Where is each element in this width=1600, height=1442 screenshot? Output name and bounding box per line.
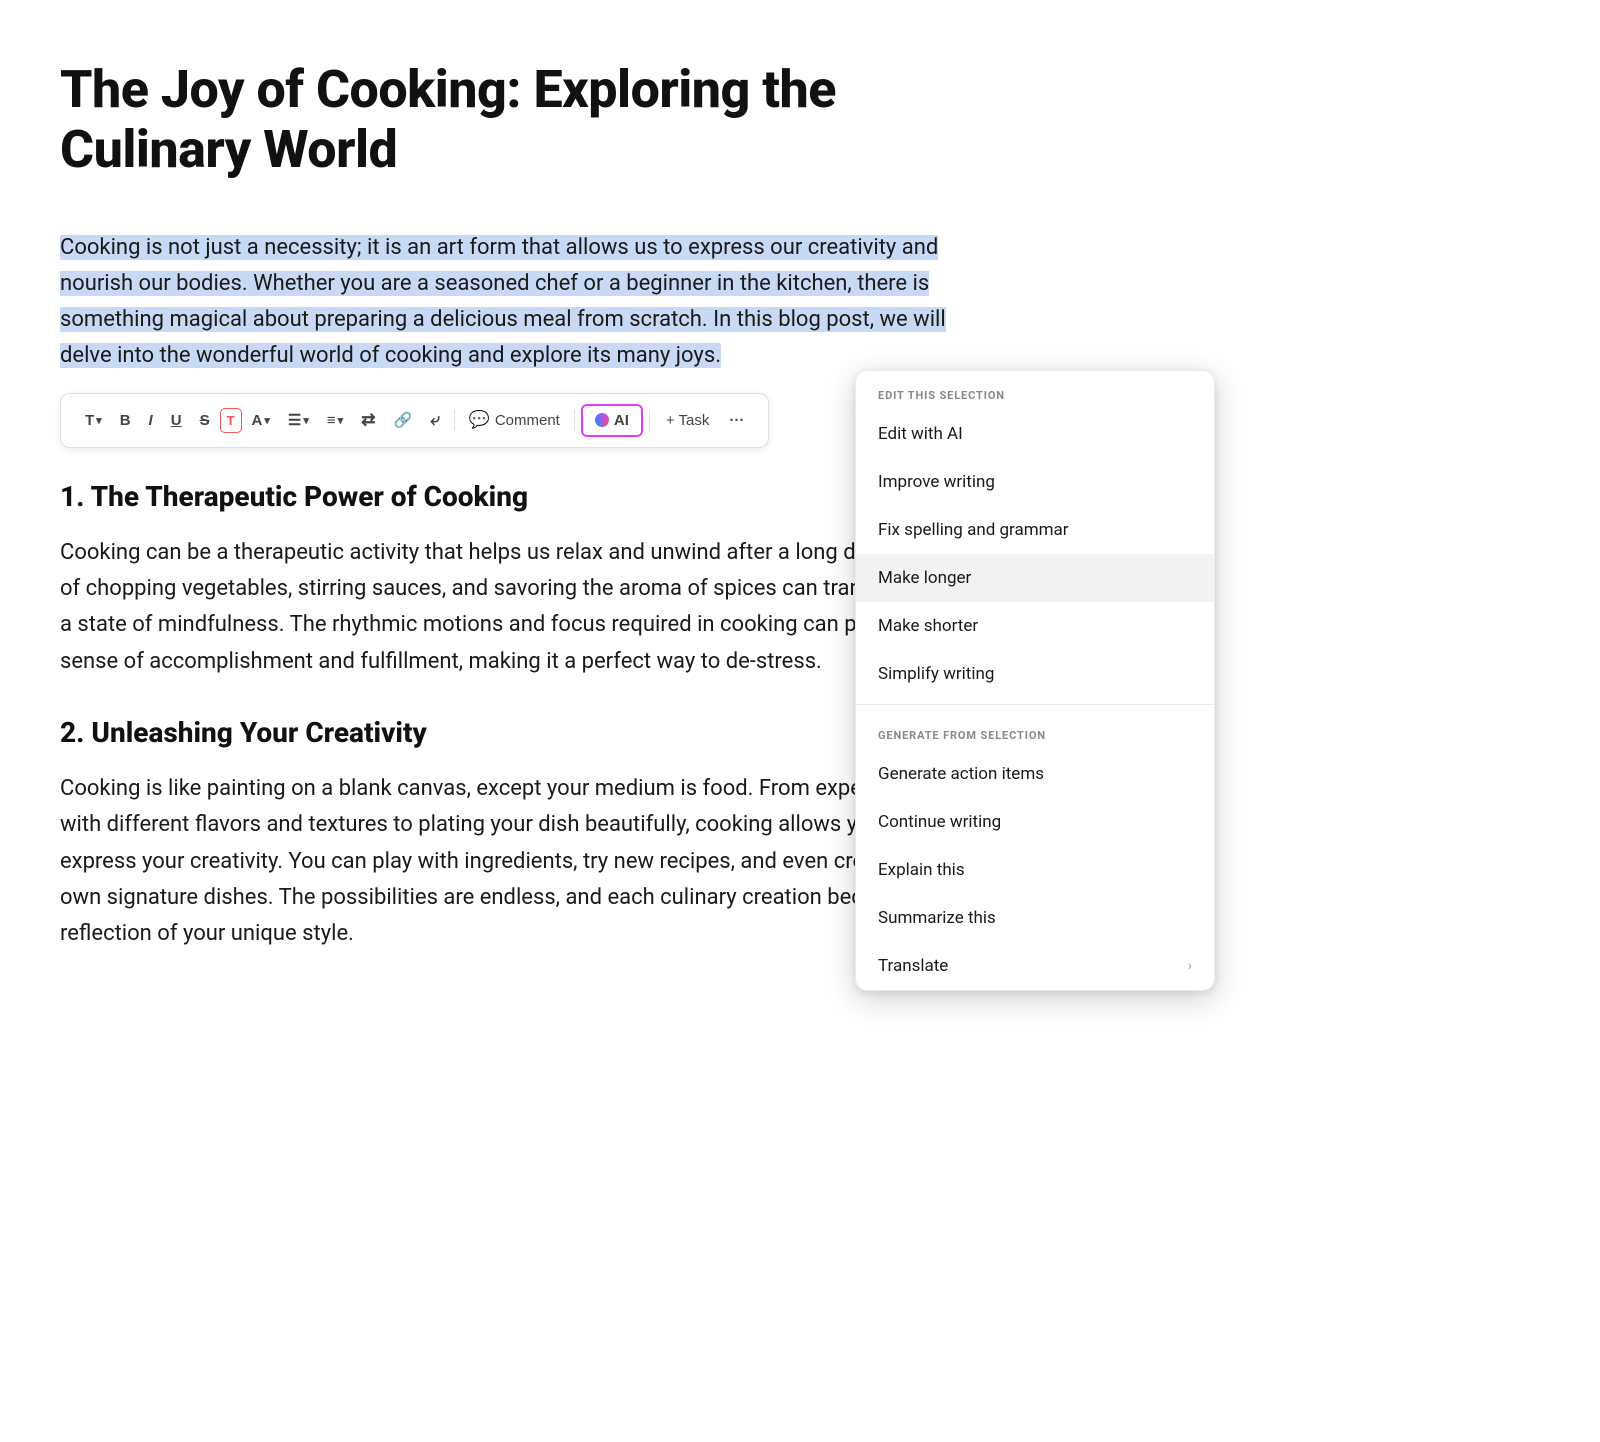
make-longer-label: Make longer [878,568,971,588]
section1-heading: 1. The Therapeutic Power of Cooking [60,480,970,513]
improve-writing-item[interactable]: Improve writing [856,458,1214,506]
indent-button[interactable]: ⇄ [353,404,383,436]
bullet-icon: ≡ [327,412,336,429]
continue-writing-label: Continue writing [878,812,1001,832]
more-button[interactable]: ··· [721,406,752,435]
text-style-button[interactable]: T ▾ [77,406,110,435]
simplify-writing-label: Simplify writing [878,664,994,684]
section2-heading: 2. Unleashing Your Creativity [60,716,970,749]
toolbar-separator-3 [649,410,650,430]
translate-chevron-icon: › [1188,958,1192,974]
link-button[interactable]: 🔗 [385,405,420,435]
dropdown-divider [856,704,1214,705]
generate-action-items-item[interactable]: Generate action items [856,750,1214,798]
comment-label: Comment [495,412,560,429]
summarize-this-item[interactable]: Summarize this [856,894,1214,942]
formatting-toolbar: T ▾ B I U S T A ▾ ☰ ▾ ≡ ▾ ⇄ 🔗 ⤶ [60,393,769,448]
fix-spelling-item[interactable]: Fix spelling and grammar [856,506,1214,554]
text-style-label: T [85,412,94,429]
highlight-label: T [227,413,235,428]
font-color-label: A [252,412,263,429]
selected-paragraph-wrapper: Cooking is not just a necessity; it is a… [60,230,970,375]
make-longer-item[interactable]: Make longer [856,554,1214,602]
ai-dropdown-menu: EDIT THIS SELECTION Edit with AI Improve… [855,370,1215,991]
bullet-chevron: ▾ [338,414,344,427]
toolbar-separator-1 [454,410,455,430]
section1-body: Cooking can be a therapeutic activity th… [60,535,970,680]
align-icon: ☰ [288,411,301,429]
comment-button[interactable]: 💬 Comment [461,404,568,436]
simplify-writing-item[interactable]: Simplify writing [856,650,1214,698]
bullet-button[interactable]: ≡ ▾ [319,406,351,435]
indent-icon: ⇄ [361,410,375,430]
continue-writing-item[interactable]: Continue writing [856,798,1214,846]
generate-section-label: GENERATE FROM SELECTION [856,711,1214,750]
more-icon: ··· [729,412,744,429]
task-button[interactable]: + Task [656,406,720,435]
edit-with-ai-label: Edit with AI [878,424,963,444]
ai-label: AI [614,412,629,429]
edit-with-ai-item[interactable]: Edit with AI [856,410,1214,458]
generate-action-items-label: Generate action items [878,764,1044,784]
edit-section-label: EDIT THIS SELECTION [856,371,1214,410]
ai-button[interactable]: AI [581,404,643,437]
align-button[interactable]: ☰ ▾ [280,405,317,435]
ai-icon [595,413,609,427]
translate-label: Translate [878,956,948,976]
selected-text: Cooking is not just a necessity; it is a… [60,235,946,369]
task-label: + Task [666,412,710,429]
document-title: The Joy of Cooking: Exploring the Culina… [60,60,970,180]
italic-button[interactable]: I [141,406,161,435]
make-shorter-item[interactable]: Make shorter [856,602,1214,650]
font-color-chevron: ▾ [264,414,270,427]
font-color-button[interactable]: A ▾ [244,406,278,435]
summarize-this-label: Summarize this [878,908,996,928]
comment-icon: 💬 [469,410,490,430]
underline-button[interactable]: U [163,406,190,435]
text-style-chevron: ▾ [96,414,102,427]
bold-button[interactable]: B [112,406,139,435]
explain-this-label: Explain this [878,860,965,880]
improve-writing-label: Improve writing [878,472,995,492]
toolbar-separator-2 [574,410,575,430]
section2-body: Cooking is like painting on a blank canv… [60,771,970,952]
unknown-icon: ⤶ [430,410,440,430]
explain-this-item[interactable]: Explain this [856,846,1214,894]
align-chevron: ▾ [303,414,309,427]
unknown-button[interactable]: ⤶ [422,404,448,436]
make-shorter-label: Make shorter [878,616,978,636]
link-icon: 🔗 [393,411,412,429]
strikethrough-button[interactable]: S [192,406,218,435]
fix-spelling-label: Fix spelling and grammar [878,520,1069,540]
highlight-button[interactable]: T [220,408,242,433]
translate-item[interactable]: Translate › [856,942,1214,990]
